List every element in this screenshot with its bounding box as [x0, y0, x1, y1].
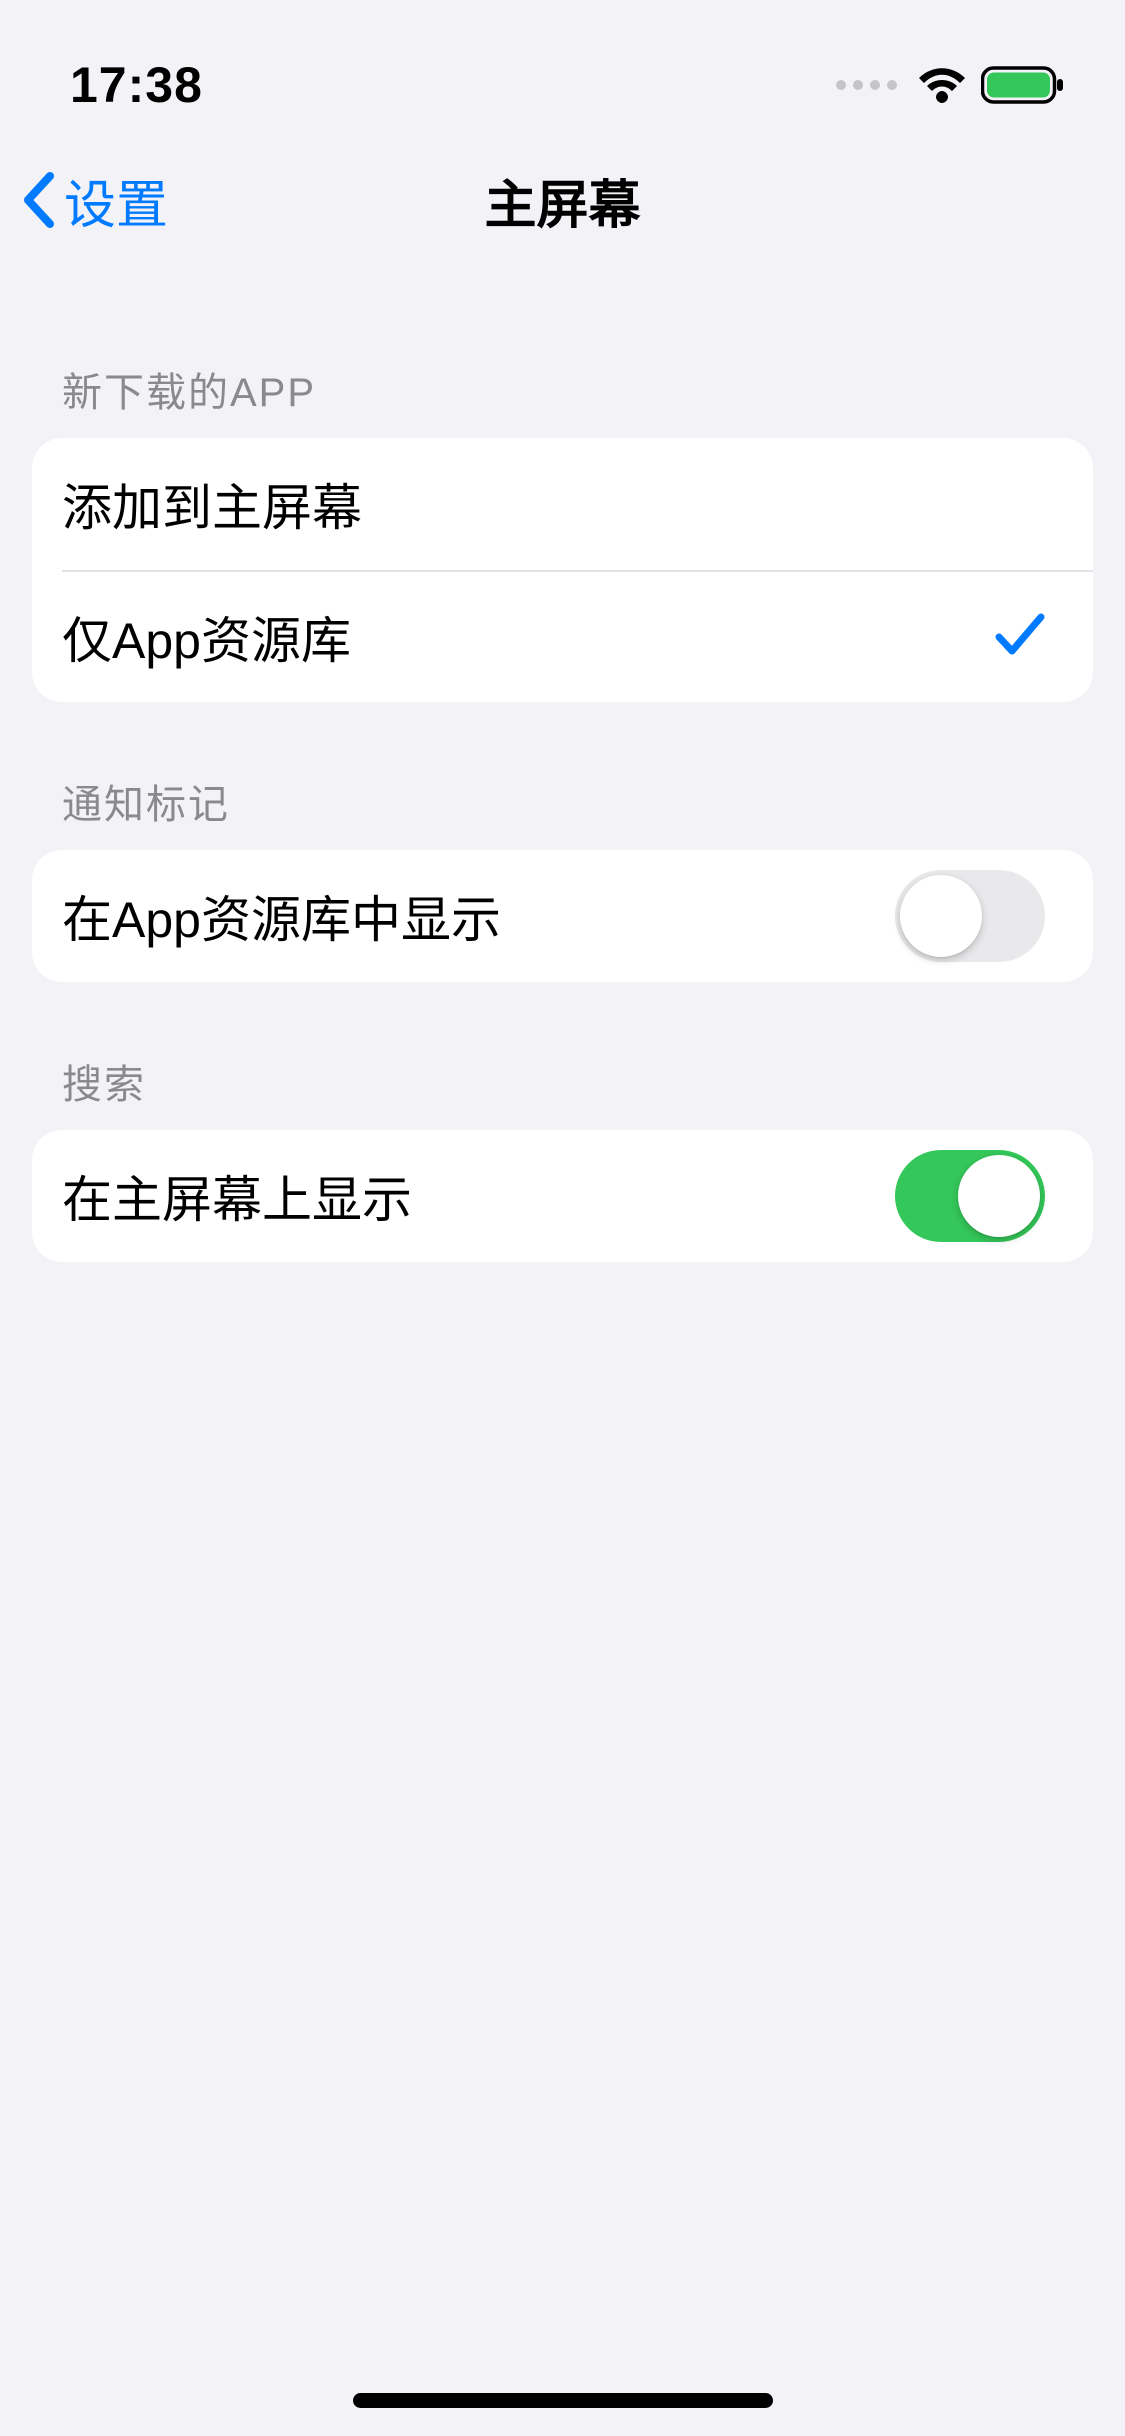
- home-indicator[interactable]: [353, 2393, 773, 2408]
- status-indicators: [836, 65, 1065, 105]
- switch-knob: [900, 875, 982, 957]
- group-badges: 在App资源库中显示: [32, 850, 1093, 982]
- chevron-left-icon: [18, 170, 60, 230]
- signal-dots-icon: [836, 80, 897, 90]
- row-label: 在主屏幕上显示: [62, 1160, 412, 1232]
- row-show-on-home: 在主屏幕上显示: [32, 1130, 1093, 1262]
- nav-bar: 设置 主屏幕: [0, 130, 1125, 270]
- row-show-in-app-library: 在App资源库中显示: [32, 850, 1093, 982]
- status-time: 17:38: [70, 56, 203, 114]
- section-header-new-apps: 新下载的APP: [0, 270, 1125, 438]
- toggle-show-in-app-library[interactable]: [895, 870, 1045, 962]
- group-new-apps: 添加到主屏幕 仅App资源库: [32, 438, 1093, 702]
- option-add-to-home[interactable]: 添加到主屏幕: [32, 438, 1093, 570]
- section-header-badges: 通知标记: [0, 702, 1125, 850]
- back-button[interactable]: 设置: [18, 163, 168, 238]
- section-header-search: 搜索: [0, 982, 1125, 1130]
- checkmark-icon: [995, 611, 1045, 664]
- group-search: 在主屏幕上显示: [32, 1130, 1093, 1262]
- toggle-show-on-home[interactable]: [895, 1150, 1045, 1242]
- battery-icon: [981, 65, 1065, 105]
- page-title: 主屏幕: [0, 163, 1125, 238]
- option-label: 仅App资源库: [62, 601, 351, 673]
- row-label: 在App资源库中显示: [62, 880, 501, 952]
- option-label: 添加到主屏幕: [62, 468, 362, 540]
- back-label: 设置: [64, 163, 168, 238]
- wifi-icon: [917, 66, 967, 104]
- switch-knob: [958, 1155, 1040, 1237]
- status-bar: 17:38: [0, 0, 1125, 130]
- option-app-library-only[interactable]: 仅App资源库: [62, 570, 1093, 702]
